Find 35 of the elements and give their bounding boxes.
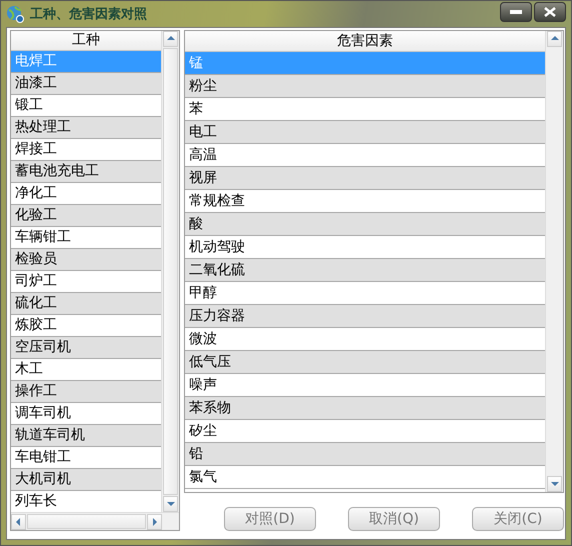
list-row[interactable]: 氯气: [185, 466, 545, 489]
list-row[interactable]: 蓄电池充电工: [11, 161, 161, 183]
list-row[interactable]: 操作工: [11, 381, 161, 403]
list-row[interactable]: 压力容器: [185, 305, 545, 328]
list-row[interactable]: 油漆工: [11, 73, 161, 95]
dialog-button[interactable]: 对照(D): [224, 507, 316, 531]
vertical-scrollbar[interactable]: [161, 31, 179, 512]
list-row[interactable]: 大机司机: [11, 469, 161, 491]
list-row[interactable]: 低气压: [185, 351, 545, 374]
list-row[interactable]: 粉尘: [185, 75, 545, 98]
column-header[interactable]: 危害因素: [185, 31, 545, 52]
list-row[interactable]: 酸: [185, 213, 545, 236]
list-row[interactable]: 化验工: [11, 205, 161, 227]
column-header[interactable]: 工种: [11, 31, 161, 51]
horizontal-scrollbar[interactable]: [11, 512, 179, 530]
list-row[interactable]: 检验员: [11, 249, 161, 271]
list-row[interactable]: 视屏: [185, 167, 545, 190]
list-row[interactable]: 热处理工: [11, 117, 161, 139]
minimize-button[interactable]: [500, 2, 532, 22]
scroll-thumb[interactable]: [163, 48, 178, 495]
list-row[interactable]: 电工: [185, 121, 545, 144]
dialog-button[interactable]: 关闭(C): [472, 507, 564, 531]
dialog-button[interactable]: 取消(Q): [348, 507, 440, 531]
list-row[interactable]: 硫化工: [11, 293, 161, 315]
close-button[interactable]: [534, 2, 566, 22]
list-row[interactable]: 铅: [185, 443, 545, 466]
list-row[interactable]: 二氧化硫: [185, 259, 545, 282]
window-title: 工种、危害因素对照: [30, 6, 147, 23]
scroll-thumb[interactable]: [27, 514, 146, 529]
list-row[interactable]: 轨道车司机: [11, 425, 161, 447]
globe-icon: [6, 5, 24, 23]
list-row[interactable]: 空压司机: [11, 337, 161, 359]
vertical-scrollbar[interactable]: [545, 31, 563, 492]
list-row[interactable]: 苯系物: [185, 397, 545, 420]
close-icon: [544, 7, 556, 17]
